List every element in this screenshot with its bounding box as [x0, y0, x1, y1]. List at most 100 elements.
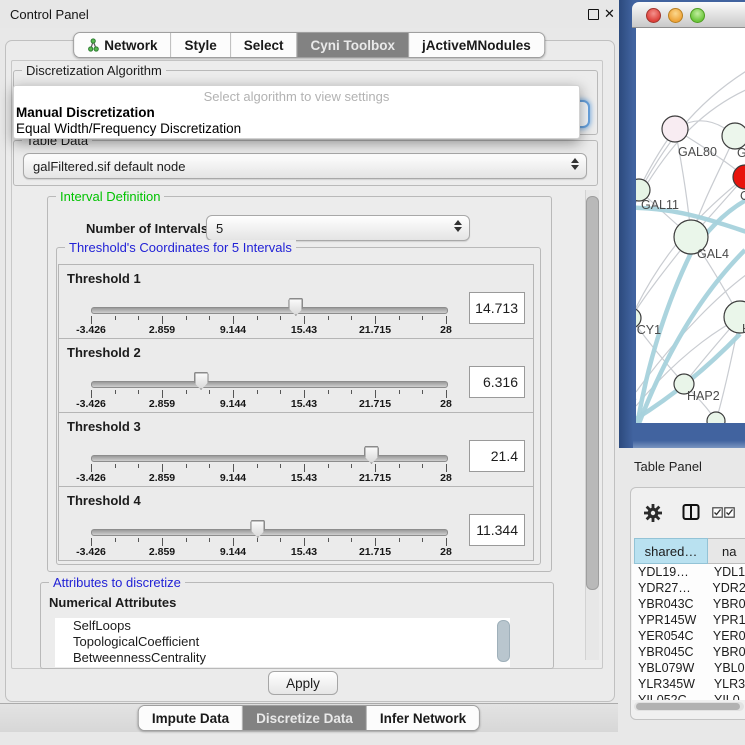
- table-row[interactable]: YDR27…YDR2: [632, 580, 745, 596]
- table-hscrollbar-thumb[interactable]: [636, 703, 740, 710]
- network-window-frame-bottom: [633, 423, 745, 448]
- tick-mark: [399, 464, 400, 468]
- table-row[interactable]: YDL19…YDL1: [632, 564, 745, 580]
- slider-track[interactable]: [91, 529, 448, 536]
- cyni-bottom-tabs: Impute DataDiscretize DataInfer Network: [138, 705, 480, 731]
- tab-jactivemnodules[interactable]: jActiveMNodules: [409, 33, 544, 57]
- tick-mark: [399, 538, 400, 542]
- tab-label: jActiveMNodules: [422, 38, 531, 53]
- control-panel-titlebar: Control Panel ✕: [0, 0, 618, 28]
- tab-infer-network[interactable]: Infer Network: [367, 706, 479, 730]
- close-icon[interactable]: ✕: [604, 6, 615, 22]
- slider-track[interactable]: [91, 307, 448, 314]
- table-data-combobox[interactable]: galFiltered.sif default node: [23, 153, 587, 179]
- stepper-icon: [571, 158, 579, 170]
- tab-impute-data[interactable]: Impute Data: [139, 706, 243, 730]
- screen: Control Panel ✕ Network StyleSelect Cyni T…: [0, 0, 745, 745]
- tick-mark: [422, 464, 423, 468]
- attributes-list-scrollbar[interactable]: [497, 620, 510, 662]
- threshold-value-field[interactable]: 11.344: [469, 514, 525, 546]
- threshold-value-field[interactable]: 6.316: [469, 366, 525, 398]
- dropdown-option-manual-discretization[interactable]: Manual Discretization: [16, 105, 155, 120]
- checkbox-checked-icon[interactable]: [724, 507, 735, 518]
- tick-mark: [422, 538, 423, 542]
- split-columns-icon[interactable]: [682, 503, 700, 521]
- tick-mark: [351, 316, 352, 320]
- list-item-selfloops[interactable]: SelfLoops: [55, 618, 510, 634]
- tick-label: 9.144: [220, 472, 246, 484]
- tick-label: 28: [440, 324, 452, 336]
- tab-cyni-toolbox[interactable]: Cyni Toolbox: [298, 33, 410, 57]
- network-window-frame: [619, 0, 633, 448]
- tab-discretize-data[interactable]: Discretize Data: [243, 706, 367, 730]
- cell-name: YDL1: [706, 564, 745, 580]
- settings-scrollbar-thumb[interactable]: [586, 196, 599, 590]
- tick-mark: [328, 390, 329, 394]
- table-row[interactable]: YBL079WYBL0: [632, 660, 745, 676]
- cell-name: YBL0: [706, 660, 745, 676]
- control-panel-tabbar: Network StyleSelect Cyni Toolbox jActiveMNo…: [73, 32, 545, 58]
- tick-mark: [138, 464, 139, 468]
- threshold-value-field[interactable]: 14.713: [469, 292, 525, 324]
- column-header-shared-name[interactable]: shared…: [634, 538, 708, 564]
- numerical-attributes-label: Numerical Attributes: [49, 595, 176, 610]
- tab-label: Cyni Toolbox: [311, 38, 396, 53]
- slider-track[interactable]: [91, 381, 448, 388]
- table-row[interactable]: YIL052CYIL0: [632, 692, 745, 700]
- column-header-name[interactable]: na: [708, 538, 745, 564]
- threshold-row: Threshold 4-3.4262.8599.14415.4321.71528…: [58, 486, 534, 561]
- node-label: GAL80: [678, 145, 717, 159]
- node-label: HAP2: [687, 389, 720, 403]
- float-window-icon[interactable]: [588, 9, 599, 20]
- checkbox-checked-icon[interactable]: [712, 507, 723, 518]
- node-unlabeled[interactable]: [707, 412, 725, 423]
- tick-mark: [446, 464, 447, 472]
- table-row[interactable]: YBR043CYBR0: [632, 596, 745, 612]
- tick-mark: [446, 390, 447, 398]
- tick-mark: [351, 538, 352, 542]
- table-row[interactable]: YLR345WYLR3: [632, 676, 745, 692]
- tick-mark: [304, 538, 305, 546]
- close-traffic-light[interactable]: [646, 8, 661, 23]
- list-item-topologicalcoefficient[interactable]: TopologicalCoefficient: [55, 634, 510, 650]
- network-canvas[interactable]: GAL80GACGAL11GAL4GCY1HHAP2: [636, 28, 745, 423]
- tick-label: 21.715: [359, 324, 391, 336]
- tab-network[interactable]: Network: [74, 33, 171, 57]
- threshold-label: Threshold 4: [67, 493, 141, 508]
- slider-track[interactable]: [91, 455, 448, 462]
- num-intervals-combobox[interactable]: 5: [206, 215, 470, 241]
- tick-label: 21.715: [359, 472, 391, 484]
- table-row[interactable]: YER054CYER0: [632, 628, 745, 644]
- tick-mark: [304, 316, 305, 324]
- list-item-betweennesscentrality[interactable]: BetweennessCentrality: [55, 650, 510, 666]
- tick-mark: [115, 538, 116, 542]
- table-data-group: Table Data galFiltered.sif default node: [13, 140, 598, 186]
- tick-mark: [91, 390, 92, 398]
- table-row[interactable]: YPR145WYPR1: [632, 612, 745, 628]
- tab-label: Network: [104, 38, 157, 53]
- threshold-value-field[interactable]: 21.4: [469, 440, 525, 472]
- dropdown-option-equal-width-frequency-discretization[interactable]: Equal Width/Frequency Discretization: [16, 121, 241, 136]
- tick-label: 15.43: [291, 546, 317, 558]
- minimize-traffic-light[interactable]: [668, 8, 683, 23]
- threshold-row: Threshold 1-3.4262.8599.14415.4321.71528…: [58, 264, 534, 339]
- numerical-attributes-list[interactable]: SelfLoopsTopologicalCoefficientBetweenne…: [55, 618, 510, 667]
- apply-button[interactable]: Apply: [268, 671, 338, 695]
- tick-mark: [280, 464, 281, 468]
- cell-shared-name: YER054C: [632, 628, 705, 644]
- tab-style[interactable]: Style: [171, 33, 230, 57]
- tick-mark: [209, 390, 210, 394]
- node-GAL80[interactable]: [662, 116, 688, 142]
- tick-label: -3.426: [76, 546, 106, 558]
- zoom-traffic-light[interactable]: [690, 8, 705, 23]
- tab-select[interactable]: Select: [231, 33, 298, 57]
- network-icon: [87, 38, 99, 52]
- tick-mark: [351, 390, 352, 394]
- table-row[interactable]: YBR045CYBR0: [632, 644, 745, 660]
- tick-mark: [115, 316, 116, 320]
- tick-mark: [446, 316, 447, 324]
- gear-icon[interactable]: [643, 503, 663, 523]
- tick-mark: [233, 464, 234, 472]
- cell-name: YIL0: [706, 692, 740, 700]
- tick-mark: [304, 464, 305, 472]
